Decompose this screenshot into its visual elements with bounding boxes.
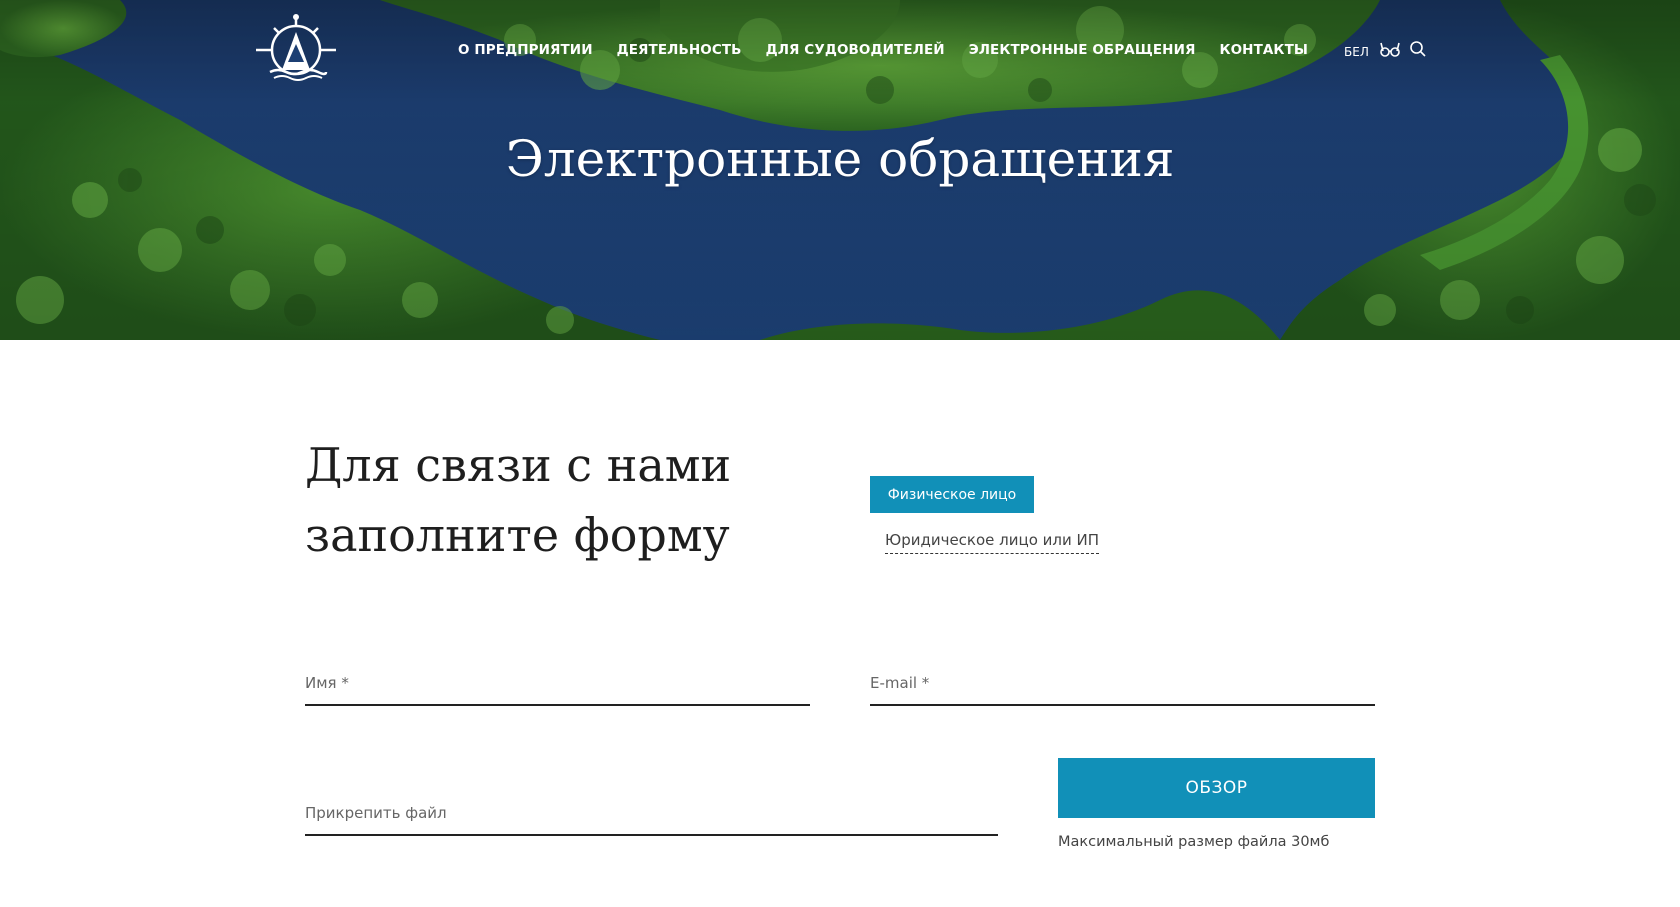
- nav-item-about[interactable]: О ПРЕДПРИЯТИИ: [458, 42, 593, 58]
- email-field[interactable]: E-mail *: [870, 666, 1379, 706]
- file-size-note: Максимальный размер файла 30мб: [1058, 834, 1330, 850]
- attach-file-label: Прикрепить файл: [305, 804, 447, 822]
- language-switch[interactable]: БЕЛ: [1344, 45, 1369, 59]
- page-title: Электронные обращения: [505, 130, 1175, 188]
- nav-item-activity[interactable]: ДЕЯТЕЛЬНОСТЬ: [617, 42, 742, 58]
- tab-legal-entity[interactable]: Юридическое лицо или ИП: [885, 531, 1099, 554]
- email-input[interactable]: [870, 666, 1379, 706]
- nav-item-e-appeals[interactable]: ЭЛЕКТРОННЫЕ ОБРАЩЕНИЯ: [969, 42, 1196, 58]
- header-tools: БЕЛ: [1344, 40, 1435, 63]
- name-input[interactable]: [305, 666, 814, 706]
- nav-item-boatmasters[interactable]: ДЛЯ СУДОВОДИТЕЛЕЙ: [766, 42, 945, 58]
- glasses-icon[interactable]: [1379, 41, 1401, 62]
- search-icon[interactable]: [1409, 40, 1427, 63]
- hero-banner: О ПРЕДПРИЯТИИ ДЕЯТЕЛЬНОСТЬ ДЛЯ СУДОВОДИТ…: [0, 0, 1680, 340]
- ship-wheel-logo[interactable]: [252, 12, 340, 82]
- main-nav: О ПРЕДПРИЯТИИ ДЕЯТЕЛЬНОСТЬ ДЛЯ СУДОВОДИТ…: [458, 42, 1332, 58]
- nav-item-contacts[interactable]: КОНТАКТЫ: [1219, 42, 1308, 58]
- name-field[interactable]: Имя *: [305, 666, 814, 706]
- tab-individual[interactable]: Физическое лицо: [870, 476, 1034, 513]
- browse-button[interactable]: ОБЗОР: [1058, 758, 1375, 818]
- attach-file-field[interactable]: Прикрепить файл: [305, 796, 998, 836]
- form-heading: Для связи с нами заполните форму: [305, 438, 732, 562]
